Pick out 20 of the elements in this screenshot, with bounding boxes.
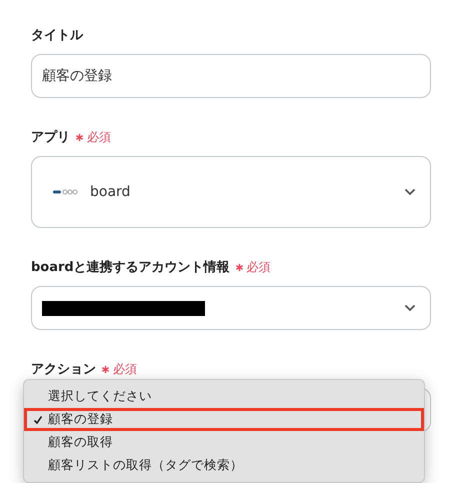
title-input-field[interactable]: 顧客の登録 <box>31 54 431 98</box>
field-label: アプリ <box>31 128 70 146</box>
chevron-down-icon <box>404 304 416 312</box>
menu-option[interactable]: 顧客の取得 <box>24 431 424 454</box>
required-label: 必須 <box>246 258 271 276</box>
required-label: 必須 <box>87 128 111 146</box>
menu-option[interactable]: 選択してください <box>24 385 424 408</box>
field-label: boardと連携するアカウント情報 <box>31 258 230 276</box>
chevron-down-icon <box>404 188 416 196</box>
field-label: アクション <box>31 361 96 378</box>
checkmark-icon <box>33 414 43 424</box>
menu-option[interactable]: 顧客の登録 <box>24 408 424 431</box>
asterisk-icon <box>75 132 84 142</box>
account-select-field[interactable] <box>31 286 431 330</box>
asterisk-icon <box>101 364 110 374</box>
app-select-field[interactable]: board <box>31 156 431 228</box>
required-label: 必須 <box>113 360 137 378</box>
menu-option[interactable]: 顧客リストの取得（タグで検索） <box>24 454 424 477</box>
asterisk-icon <box>234 262 244 272</box>
field-label: タイトル <box>31 27 83 44</box>
